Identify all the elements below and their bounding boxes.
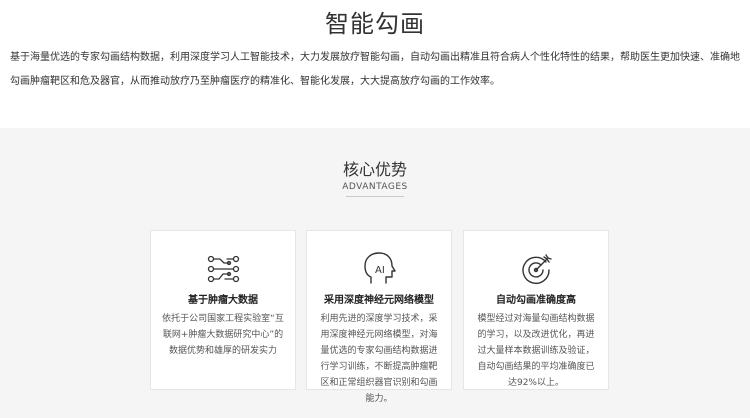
advantages-title: 核心优势 [342, 160, 407, 179]
intro-section: 智能勾画 基于海量优选的专家勾画结构数据，利用深度学习人工智能技术，大力发展放疗… [0, 0, 750, 128]
circuit-icon [203, 249, 243, 289]
subtitle-divider [346, 196, 404, 197]
card-title: 自动勾画准确度高 [496, 295, 576, 306]
advantages-subtitle: ADVANTAGES [342, 182, 408, 192]
target-icon [516, 249, 556, 289]
intro-text: 基于海量优选的专家勾画结构数据，利用深度学习人工智能技术，大力发展放疗智能勾画，… [10, 52, 740, 87]
advantage-card-neural-network: AI 采用深度神经元网络模型 利用先进的深度学习技术，采用深度神经元网络模型，对… [306, 230, 452, 404]
card-title: 采用深度神经元网络模型 [324, 295, 434, 306]
advantage-card-big-data: 基于肿瘤大数据 依托于公司国家工程实验室“互联网+肿瘤大数据研究中心”的数据优势… [150, 230, 296, 390]
card-description: 依托于公司国家工程实验室“互联网+肿瘤大数据研究中心”的数据优势和雄厚的研发实力 [162, 314, 284, 356]
card-title: 基于肿瘤大数据 [188, 295, 258, 306]
card-description: 模型经过对海量勾画结构数据的学习，以及改进优化，再进过大量样本数据训练及验证，自… [477, 314, 595, 388]
page-title: 智能勾画 [325, 10, 425, 38]
card-description: 利用先进的深度学习技术，采用深度神经元网络模型，对海量优选的专家勾画结构数据进行… [320, 314, 438, 404]
ai-head-icon: AI [359, 249, 399, 289]
ai-icon-text: AI [375, 265, 385, 276]
advantage-card-accuracy: 自动勾画准确度高 模型经过对海量勾画结构数据的学习，以及改进优化，再进过大量样本… [463, 230, 609, 390]
